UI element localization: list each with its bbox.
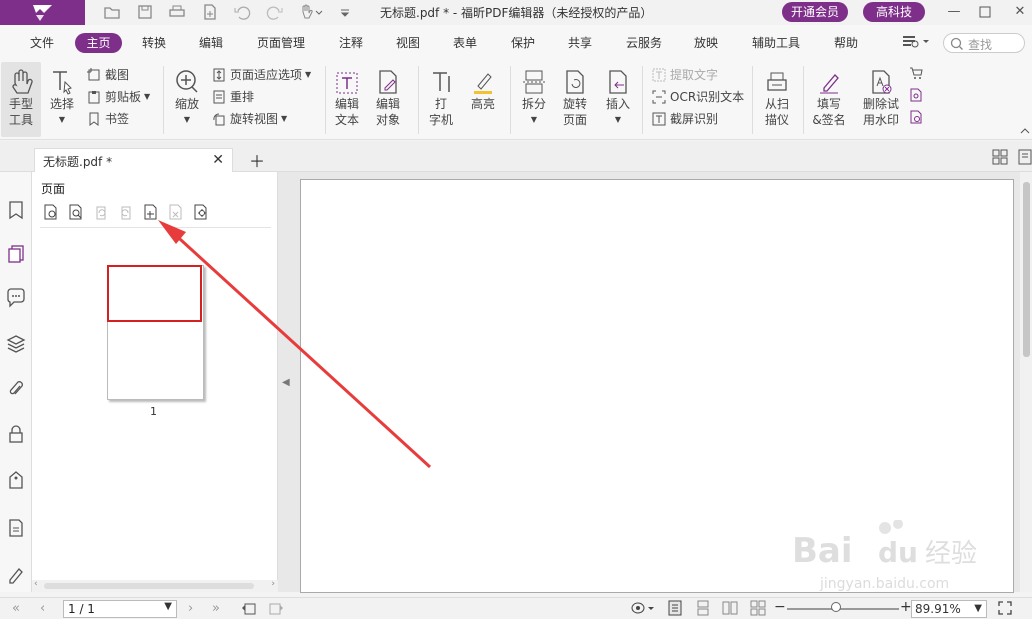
next-view-icon[interactable]	[267, 600, 285, 616]
single-page-view-icon[interactable]	[667, 600, 683, 616]
svg-text:du: du	[878, 536, 918, 569]
continuous-view-icon[interactable]	[695, 600, 711, 616]
zoom-dropdown-arrow[interactable]: ▼	[974, 601, 982, 617]
last-page-icon[interactable]: »	[212, 601, 220, 616]
page-dropdown-arrow[interactable]: ▼	[164, 601, 172, 612]
zoom-level-value: 89.91%	[915, 602, 961, 616]
svg-text:Bai: Bai	[792, 531, 853, 571]
page-number-value: 1 / 1	[68, 602, 95, 616]
prev-page-icon[interactable]: ‹	[40, 601, 45, 616]
zoom-slider-track[interactable]	[787, 608, 899, 610]
first-page-icon[interactable]: «	[12, 601, 20, 616]
fullscreen-icon[interactable]	[997, 600, 1013, 616]
status-bar: « ‹ 1 / 1 ▼ › » − + 89.91% ▼	[0, 597, 1032, 619]
prev-view-icon[interactable]	[240, 600, 258, 616]
zoom-in-icon[interactable]: +	[900, 599, 912, 615]
zoom-level-select[interactable]: 89.91% ▼	[911, 600, 987, 618]
reading-mode-icon[interactable]	[630, 600, 656, 616]
next-page-icon[interactable]: ›	[188, 601, 193, 616]
baidu-watermark: Bai du 经验 jingyan.baidu.com	[792, 520, 977, 592]
zoom-out-icon[interactable]: −	[774, 599, 786, 615]
continuous-facing-view-icon[interactable]	[750, 600, 766, 616]
zoom-slider-handle[interactable]	[831, 602, 841, 612]
app-window: 无标题.pdf * - 福昕PDF编辑器（未经授权的产品） 开通会员 高科技 —…	[0, 0, 1032, 619]
page-number-select[interactable]: 1 / 1 ▼	[63, 600, 177, 618]
svg-text:经验: 经验	[925, 539, 977, 569]
svg-text:jingyan.baidu.com: jingyan.baidu.com	[819, 576, 949, 592]
facing-view-icon[interactable]	[722, 600, 738, 616]
